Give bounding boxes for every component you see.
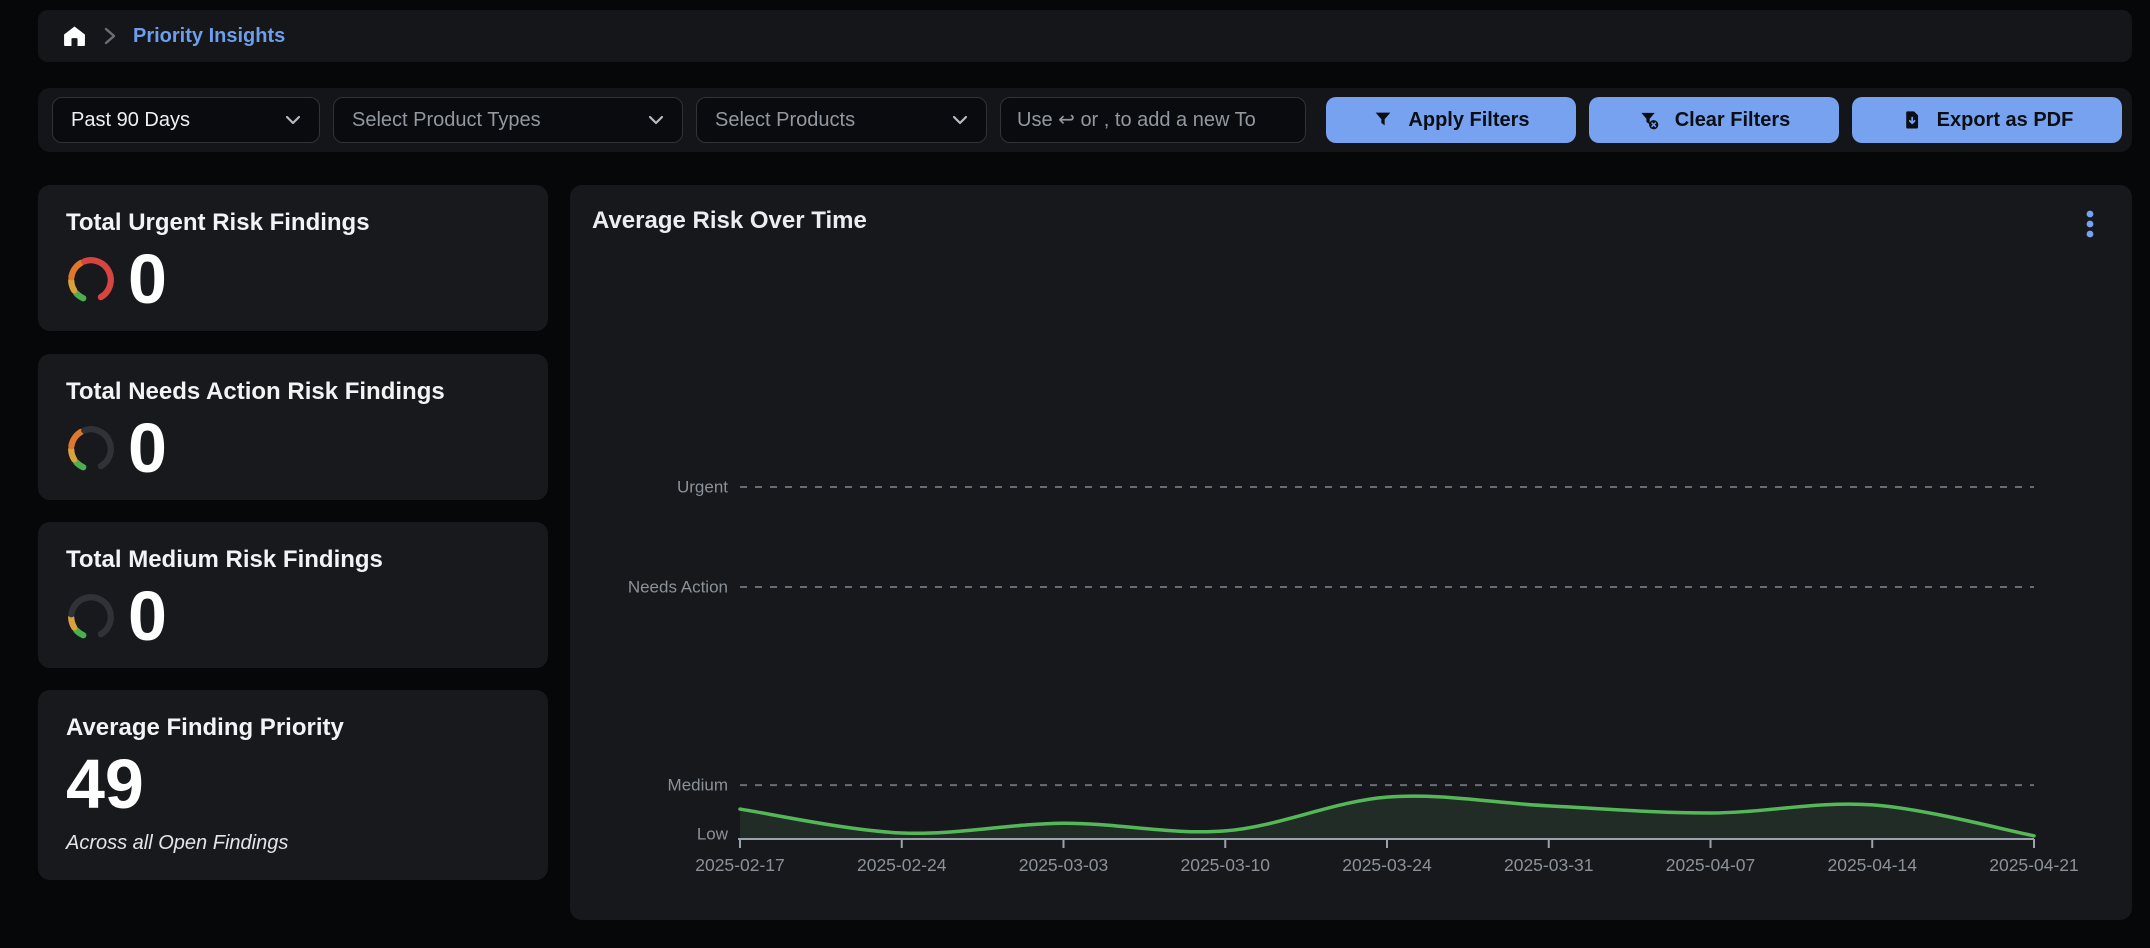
stat-card-average-priority: Average Finding Priority 49 Across all O… (38, 690, 548, 880)
svg-text:2025-02-24: 2025-02-24 (857, 855, 947, 875)
chevron-down-icon (285, 115, 301, 125)
breadcrumb-chevron-icon (103, 26, 117, 46)
gauge-icon (66, 424, 116, 474)
chart-panel: Average Risk Over Time UrgentNeeds Actio… (570, 185, 2132, 920)
chevron-down-icon (648, 115, 664, 125)
token-input[interactable] (1000, 97, 1306, 143)
stat-card-title: Total Medium Risk Findings (66, 546, 520, 574)
stat-card-medium: Total Medium Risk Findings 0 (38, 522, 548, 668)
svg-text:2025-04-21: 2025-04-21 (1989, 855, 2079, 875)
home-button[interactable] (62, 24, 87, 49)
chevron-down-icon (952, 115, 968, 125)
svg-text:2025-04-07: 2025-04-07 (1666, 855, 1756, 875)
time-range-select[interactable]: Past 90 Days (52, 97, 320, 143)
clear-filters-label: Clear Filters (1675, 109, 1791, 132)
apply-filters-button[interactable]: Apply Filters (1326, 97, 1576, 143)
stat-card-urgent: Total Urgent Risk Findings 0 (38, 185, 548, 331)
gauge-icon (66, 592, 116, 642)
clear-filters-button[interactable]: Clear Filters (1589, 97, 1839, 143)
stat-card-value: 0 (128, 243, 167, 317)
stat-card-title: Average Finding Priority (66, 714, 520, 742)
export-pdf-label: Export as PDF (1937, 109, 2074, 132)
gauge-icon (66, 255, 116, 305)
stat-card-subtitle: Across all Open Findings (66, 832, 520, 855)
products-select[interactable]: Select Products (696, 97, 987, 143)
products-placeholder: Select Products (715, 109, 855, 132)
svg-text:2025-04-14: 2025-04-14 (1827, 855, 1917, 875)
svg-text:2025-03-31: 2025-03-31 (1504, 855, 1594, 875)
svg-text:Needs Action: Needs Action (628, 577, 728, 596)
svg-text:Urgent: Urgent (677, 478, 728, 497)
product-types-placeholder: Select Product Types (352, 109, 541, 132)
svg-text:2025-03-24: 2025-03-24 (1342, 855, 1432, 875)
stat-card-needs-action: Total Needs Action Risk Findings 0 (38, 354, 548, 500)
svg-text:2025-03-10: 2025-03-10 (1180, 855, 1270, 875)
breadcrumb: Priority Insights (38, 10, 2132, 62)
svg-text:Medium: Medium (668, 776, 728, 795)
average-risk-chart: Urgent Needs Action Medium Low 2025-02-17 202… (570, 185, 2132, 920)
file-download-icon (1901, 109, 1923, 131)
filter-bar: Past 90 Days Select Product Types Select… (38, 88, 2132, 152)
filter-x-icon (1638, 109, 1661, 132)
svg-text:2025-02-17: 2025-02-17 (695, 855, 785, 875)
filter-icon (1372, 109, 1394, 131)
export-pdf-button[interactable]: Export as PDF (1852, 97, 2122, 143)
stat-card-title: Total Needs Action Risk Findings (66, 378, 520, 406)
stat-card-value: 49 (66, 748, 144, 822)
time-range-value: Past 90 Days (71, 109, 190, 132)
home-icon (62, 24, 87, 49)
svg-text:2025-03-03: 2025-03-03 (1019, 855, 1109, 875)
breadcrumb-link-priority-insights[interactable]: Priority Insights (133, 25, 285, 48)
stat-card-title: Total Urgent Risk Findings (66, 209, 520, 237)
stat-card-value: 0 (128, 580, 167, 654)
svg-text:Low: Low (697, 825, 729, 844)
stat-card-value: 0 (128, 412, 167, 486)
product-types-select[interactable]: Select Product Types (333, 97, 683, 143)
apply-filters-label: Apply Filters (1408, 109, 1529, 132)
